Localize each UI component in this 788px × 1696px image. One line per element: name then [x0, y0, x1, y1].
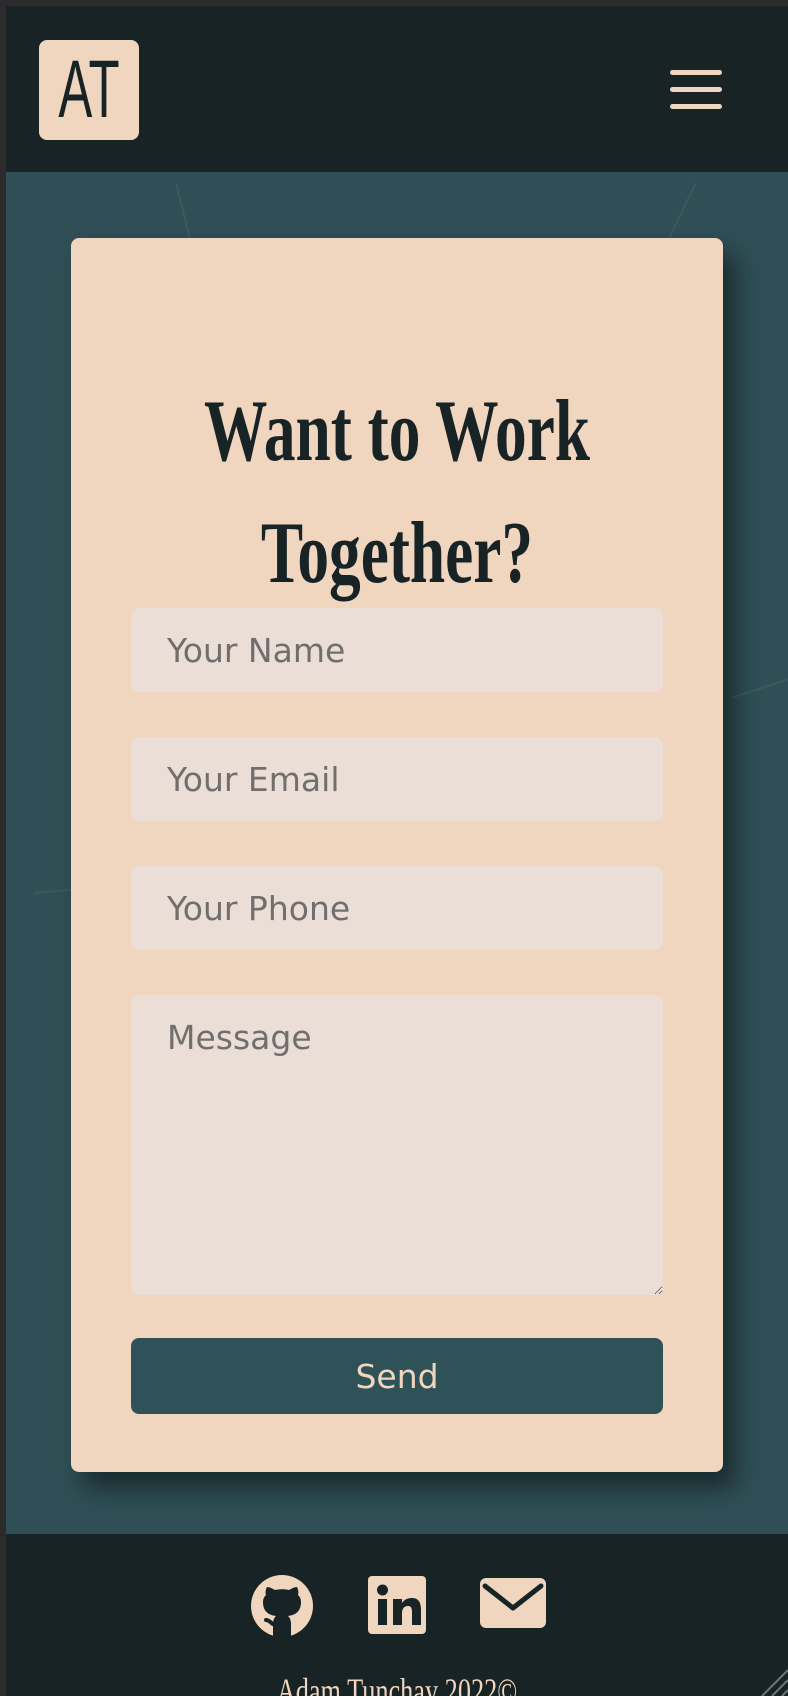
github-icon	[251, 1575, 313, 1637]
background-scratch	[175, 182, 193, 246]
menu-line-icon	[670, 104, 722, 109]
linkedin-link[interactable]	[368, 1576, 426, 1634]
linkedin-icon	[368, 1576, 426, 1634]
name-input[interactable]	[131, 608, 663, 692]
email-link[interactable]	[480, 1578, 546, 1628]
copyright-text: Adam Tunchay 2022©	[276, 1671, 518, 1696]
github-link[interactable]	[250, 1574, 314, 1638]
message-textarea[interactable]	[131, 995, 663, 1295]
logo[interactable]: AT	[39, 40, 139, 140]
menu-line-icon	[670, 87, 722, 92]
send-button[interactable]: Send	[131, 1338, 663, 1414]
logo-text: AT	[58, 44, 120, 135]
contact-card: Want to Work Together? Send	[71, 238, 723, 1472]
hamburger-menu-button[interactable]	[670, 70, 722, 112]
page-frame: AT Want to Work Together? Send	[6, 6, 788, 1696]
email-input[interactable]	[131, 737, 663, 821]
site-footer: Adam Tunchay 2022©	[6, 1534, 788, 1696]
contact-title: Want to Work Together?	[162, 371, 631, 615]
contact-section: Want to Work Together? Send	[6, 172, 788, 1534]
title-line-2: Together?	[260, 504, 534, 602]
site-header: AT	[6, 6, 788, 172]
background-scratch	[664, 182, 697, 247]
title-line-1: Want to Work	[203, 382, 591, 480]
phone-input[interactable]	[131, 866, 663, 950]
window-resize-grip-icon[interactable]	[754, 1662, 788, 1696]
background-scratch	[730, 675, 788, 699]
email-icon	[480, 1578, 546, 1628]
menu-line-icon	[670, 70, 722, 75]
